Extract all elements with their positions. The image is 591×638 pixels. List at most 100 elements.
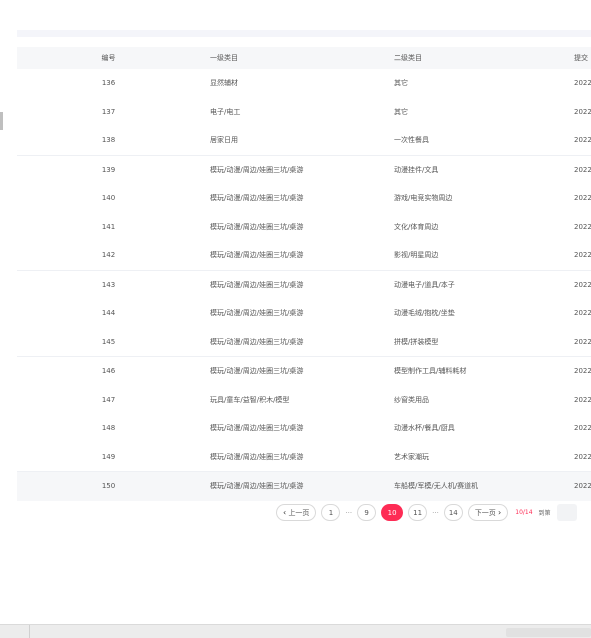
cell-level1-category: 模玩/动漫/周边/娃圈三坑/桌游 — [210, 424, 304, 433]
header-id: 编号 — [101, 54, 116, 62]
cell-id: 149 — [101, 452, 116, 461]
cell-level1-category: 模玩/动漫/周边/娃圈三坑/桌游 — [210, 367, 304, 376]
cell-level1-category: 模玩/动漫/周边/娃圈三坑/桌游 — [210, 194, 304, 203]
page-14-button[interactable]: 14 — [443, 504, 463, 521]
cell-submit: 2022 — [574, 79, 591, 88]
cell-level2-category: 游戏/电竞实物周边 — [394, 194, 453, 203]
table-body: 136 显然辅材 其它 2022 137 电子/电工 其它 2022 138 居家日用 一次性餐具 2… — [17, 69, 591, 501]
table-row[interactable]: 143 模玩/动漫/周边/娃圈三坑/桌游 动漫电子/道具/本子 2022 — [17, 271, 591, 300]
cell-level2-category: 车船模/军模/无人机/赛道机 — [394, 482, 479, 491]
cell-id: 139 — [101, 165, 116, 174]
cell-level2-category: 模型制作工具/辅料耗材 — [394, 367, 467, 376]
cell-id: 143 — [101, 280, 116, 289]
table-row[interactable]: 147 玩具/童车/益智/积木/模型 纱窗类用品 2022 — [17, 386, 591, 415]
table-row[interactable]: 137 电子/电工 其它 2022 — [17, 98, 591, 127]
table-row[interactable]: 139 模玩/动漫/周边/娃圈三坑/桌游 动漫挂件/文具 2022 — [17, 156, 591, 185]
cell-submit: 2022 — [574, 107, 591, 116]
header-submit: 提交 — [574, 54, 588, 62]
cell-id: 142 — [101, 251, 116, 260]
table-row[interactable]: 144 模玩/动漫/周边/娃圈三坑/桌游 动漫毛绒/抱枕/坐垫 2022 — [17, 299, 591, 328]
cell-id: 150 — [101, 482, 116, 491]
cell-level2-category: 影视/明星周边 — [394, 251, 439, 260]
cell-level1-category: 模玩/动漫/周边/娃圈三坑/桌游 — [210, 165, 304, 174]
cell-level2-category: 动漫挂件/文具 — [394, 165, 439, 174]
chevron-right-icon: › — [498, 508, 502, 517]
cell-submit: 2022 — [574, 395, 591, 404]
next-page-button[interactable]: 下一页 › — [467, 504, 509, 521]
table-row[interactable]: 142 模玩/动漫/周边/娃圈三坑/桌游 影视/明星周边 2022 — [17, 241, 591, 271]
table-row[interactable]: 136 显然辅材 其它 2022 — [17, 69, 591, 98]
table-row[interactable]: 145 模玩/动漫/周边/娃圈三坑/桌游 拼模/拼装模型 2022 — [17, 328, 591, 357]
cell-submit: 2022 — [574, 165, 591, 174]
chevron-left-icon: ‹ — [283, 508, 287, 517]
cell-level2-category: 艺术家潮玩 — [394, 452, 429, 461]
page-10-button-current[interactable]: 10 — [381, 504, 404, 521]
cell-level2-category: 动漫水杯/餐具/厨具 — [394, 424, 455, 433]
cell-id: 144 — [101, 309, 116, 318]
cell-id: 141 — [101, 222, 116, 231]
table-row[interactable]: 140 模玩/动漫/周边/娃圈三坑/桌游 游戏/电竞实物周边 2022 — [17, 184, 591, 213]
cell-id: 138 — [101, 136, 116, 145]
status-slot — [506, 628, 591, 637]
cell-submit: 2022 — [574, 280, 591, 289]
left-edge-tab[interactable] — [0, 112, 3, 130]
cell-id: 140 — [101, 194, 116, 203]
cell-level2-category: 动漫电子/道具/本子 — [394, 280, 455, 289]
cell-id: 146 — [101, 367, 116, 376]
cell-submit: 2022 — [574, 136, 591, 145]
page-9-button[interactable]: 9 — [357, 504, 377, 521]
cell-level2-category: 一次性餐具 — [394, 136, 429, 145]
cell-id: 148 — [101, 424, 116, 433]
cell-id: 136 — [101, 79, 116, 88]
cell-level1-category: 电子/电工 — [210, 107, 241, 116]
cell-level1-category: 模玩/动漫/周边/娃圈三坑/桌游 — [210, 251, 304, 260]
jump-label: 到第 — [538, 510, 551, 517]
cell-submit: 2022 — [574, 194, 591, 203]
cell-submit: 2022 — [574, 309, 591, 318]
cell-level1-category: 模玩/动漫/周边/娃圈三坑/桌游 — [210, 309, 304, 318]
ellipsis-right[interactable]: ··· — [432, 509, 439, 517]
bottom-status-bar — [0, 624, 591, 638]
table-row[interactable]: 149 模玩/动漫/周边/娃圈三坑/桌游 艺术家潮玩 2022 — [17, 443, 591, 472]
cell-level2-category: 其它 — [394, 79, 408, 88]
cell-submit: 2022 — [574, 251, 591, 260]
table-row[interactable]: 148 模玩/动漫/周边/娃圈三坑/桌游 动漫水杯/餐具/厨具 2022 — [17, 414, 591, 443]
page-1-button[interactable]: 1 — [321, 504, 341, 521]
cell-level1-category: 模玩/动漫/周边/娃圈三坑/桌游 — [210, 337, 304, 346]
top-band — [17, 30, 591, 37]
cell-id: 137 — [101, 107, 116, 116]
cell-submit: 2022 — [574, 337, 591, 346]
cell-level2-category: 动漫毛绒/抱枕/坐垫 — [394, 309, 455, 318]
header-level2-category: 二级类目 — [394, 54, 422, 62]
ellipsis-left[interactable]: ··· — [345, 509, 352, 517]
cell-level1-category: 模玩/动漫/周边/娃圈三坑/桌游 — [210, 452, 304, 461]
header-level1-category: 一级类目 — [210, 54, 238, 62]
pagination: ‹ 上一页 1 ··· 9 10 11 ··· 14 下一页 › 10/14 到… — [276, 504, 577, 521]
prev-page-button[interactable]: ‹ 上一页 — [276, 504, 317, 521]
table-row[interactable]: 146 模玩/动漫/周边/娃圈三坑/桌游 模型制作工具/辅料耗材 2022 — [17, 357, 591, 386]
cell-level2-category: 拼模/拼装模型 — [394, 337, 439, 346]
cell-level1-category: 玩具/童车/益智/积木/模型 — [210, 395, 290, 404]
table-row[interactable]: 150 模玩/动漫/周边/娃圈三坑/桌游 车船模/军模/无人机/赛道机 2022 — [17, 472, 591, 501]
cell-submit: 2022 — [574, 424, 591, 433]
category-table: 编号 一级类目 二级类目 提交 136 显然辅材 其它 2022 137 电子/电工 其它 2… — [17, 47, 591, 501]
table-header: 编号 一级类目 二级类目 提交 — [17, 47, 591, 69]
cell-submit: 2022 — [574, 482, 591, 491]
cell-submit: 2022 — [574, 222, 591, 231]
cell-level1-category: 模玩/动漫/周边/娃圈三坑/桌游 — [210, 222, 304, 231]
cell-level1-category: 居家日用 — [210, 136, 238, 145]
cell-id: 147 — [101, 395, 116, 404]
cell-level2-category: 纱窗类用品 — [394, 395, 429, 404]
cell-submit: 2022 — [574, 367, 591, 376]
cell-level1-category: 模玩/动漫/周边/娃圈三坑/桌游 — [210, 482, 304, 491]
table-row[interactable]: 138 居家日用 一次性餐具 2022 — [17, 126, 591, 156]
jump-page-input[interactable] — [556, 504, 577, 521]
status-divider — [29, 625, 30, 638]
cell-level2-category: 其它 — [394, 107, 408, 116]
cell-level2-category: 文化/体育周边 — [394, 222, 439, 231]
page-info: 10/14 — [515, 509, 533, 516]
cell-level1-category: 显然辅材 — [210, 79, 238, 88]
page-11-button[interactable]: 11 — [408, 504, 428, 521]
cell-level1-category: 模玩/动漫/周边/娃圈三坑/桌游 — [210, 280, 304, 289]
table-row[interactable]: 141 模玩/动漫/周边/娃圈三坑/桌游 文化/体育周边 2022 — [17, 213, 591, 242]
